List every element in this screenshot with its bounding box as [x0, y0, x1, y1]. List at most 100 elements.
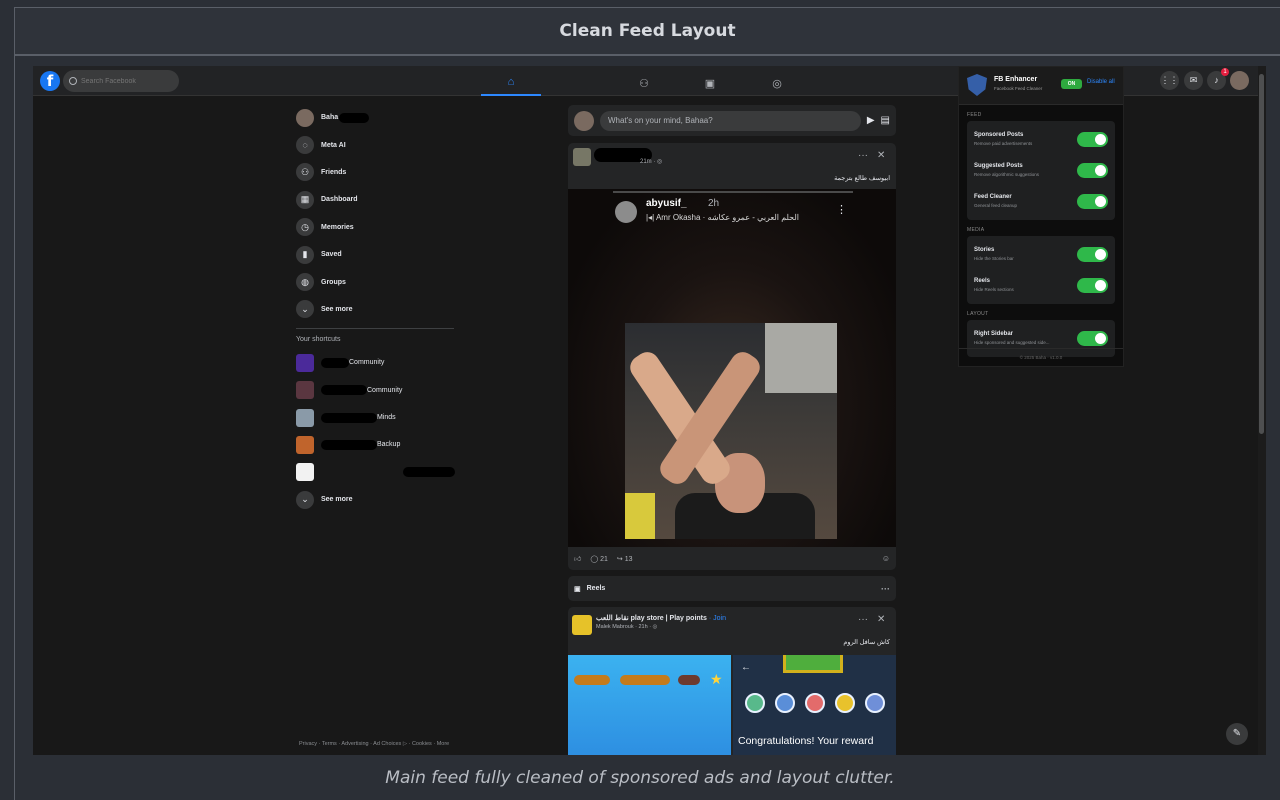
messenger-button[interactable]: ✉: [1184, 71, 1203, 90]
sponsored-posts-toggle[interactable]: [1077, 132, 1108, 147]
setting-title: Right Sidebar: [974, 331, 1014, 337]
divider: [296, 328, 454, 330]
close-icon[interactable]: ✕: [877, 150, 885, 161]
search-icon: [69, 77, 77, 85]
reactions-icon[interactable]: ☺: [882, 554, 890, 563]
sidebar-item-label: Groups: [321, 278, 346, 286]
post-image-right[interactable]: ← Congratulations! Your reward: [733, 655, 896, 755]
extension-header: FB Enhancer Facebook Feed Cleaner ON Dis…: [959, 67, 1123, 105]
share-icon: ↪: [616, 555, 623, 563]
shortcut-label: Community: [349, 359, 385, 367]
sidebar-item-groups[interactable]: ◍ Groups: [296, 268, 466, 295]
notification-badge: 1: [1221, 68, 1229, 76]
dashboard-icon: ▦: [296, 190, 314, 209]
post-image-left[interactable]: ★: [568, 655, 731, 755]
avatar[interactable]: [573, 148, 591, 166]
marketplace-icon: ▣: [704, 77, 716, 90]
new-message-button[interactable]: ✎: [1226, 723, 1248, 745]
setting-row: Stories Hide the Stories bar: [974, 239, 1108, 270]
avatar[interactable]: [572, 615, 592, 635]
share-button[interactable]: ↪ 13: [617, 555, 633, 563]
tab-home[interactable]: ⌂: [481, 70, 541, 96]
inner-song: |◂| Amr Okasha · الحلم العربي - عمرو عكا…: [646, 213, 800, 222]
close-icon[interactable]: ✕: [877, 614, 885, 625]
section-title: FEED: [967, 112, 982, 118]
shortcut-item[interactable]: Community: [296, 349, 466, 376]
setting-description: Hide the Stories bar: [974, 256, 1014, 261]
sidebar-item-saved[interactable]: ▮ Saved: [296, 241, 466, 268]
tab-friends[interactable]: ⚇: [614, 70, 674, 96]
post-text: كاش سافل الروم: [843, 639, 890, 646]
scrollbar-thumb[interactable]: [1259, 74, 1264, 434]
search-box[interactable]: [63, 70, 179, 92]
groups-icon: ◍: [296, 273, 314, 292]
status-badge[interactable]: ON: [1061, 79, 1082, 89]
shortcut-item[interactable]: Backup: [296, 431, 466, 458]
post-header: 21m · ◎ ··· ✕ ابيوسف طالع بترجمة: [568, 143, 896, 188]
shortcut-thumbnail: [296, 463, 314, 482]
bell-icon: ♪: [1214, 75, 1219, 85]
more-options-icon[interactable]: ···: [858, 614, 868, 625]
sidebar-item-meta-ai[interactable]: ◌ Meta AI: [296, 131, 466, 158]
key-icon: [805, 693, 825, 713]
disable-all-link[interactable]: Disable all: [1087, 79, 1115, 85]
sidebar-item-memories[interactable]: ◷ Memories: [296, 214, 466, 241]
bookmark-icon: ▮: [296, 245, 314, 264]
section-title: MEDIA: [967, 227, 985, 233]
post-author[interactable]: نقاط اللعب play store | Play points · Jo…: [596, 614, 726, 622]
avatar: [296, 108, 314, 127]
compose-icon: ✎: [1232, 728, 1242, 739]
messenger-icon: ✉: [1189, 75, 1198, 85]
meta-ai-icon: ◌: [296, 136, 314, 155]
shortcuts-title: Your shortcuts: [296, 336, 341, 344]
right-sidebar-toggle[interactable]: [1077, 331, 1108, 346]
shortcut-item[interactable]: [296, 459, 466, 486]
more-options-icon[interactable]: ···: [881, 584, 890, 594]
extension-popup: FB Enhancer Facebook Feed Cleaner ON Dis…: [958, 66, 1124, 367]
group-name: نقاط اللعب play store | Play points: [596, 615, 707, 622]
stories-toggle[interactable]: [1077, 247, 1108, 262]
redaction: [321, 412, 377, 423]
friends-icon: ⚇: [639, 77, 649, 90]
avatar: [615, 201, 637, 223]
more-options-icon[interactable]: ···: [858, 150, 868, 161]
comment-button[interactable]: ◯ 21: [590, 555, 608, 563]
shortcut-thumbnail: [296, 435, 314, 454]
composer-input[interactable]: What's on your mind, Bahaa?: [600, 110, 861, 131]
reward-text: Congratulations! Your reward: [738, 735, 874, 747]
reels-label: Reels: [586, 585, 606, 592]
menu-grid-icon: ⋮⋮: [1160, 75, 1179, 85]
like-icon[interactable]: 👍︎: [574, 554, 581, 563]
account-avatar[interactable]: [1230, 71, 1249, 90]
suggested-posts-toggle[interactable]: [1077, 163, 1108, 178]
shortcut-item[interactable]: Community: [296, 377, 466, 404]
shortcut-label: Community: [367, 386, 403, 394]
shortcut-item[interactable]: Minds: [296, 404, 466, 431]
shortcut-see-more[interactable]: ⌄ See more: [296, 486, 466, 513]
tab-groups[interactable]: ◎: [747, 70, 807, 96]
reels-toggle[interactable]: [1077, 278, 1108, 293]
sidebar-item-dashboard[interactable]: ▦ Dashboard: [296, 186, 466, 213]
setting-description: Hide sponsored and suggested side...: [974, 340, 1050, 345]
menu-grid-button[interactable]: ⋮⋮: [1160, 71, 1179, 90]
join-link[interactable]: · Join: [709, 615, 726, 622]
sidebar-item-profile[interactable]: Baha: [296, 104, 466, 131]
video-frame: [625, 323, 837, 539]
sidebar-item-see-more[interactable]: ⌄ See more: [296, 296, 466, 323]
redaction: [321, 385, 367, 396]
feed-cleaner-toggle[interactable]: [1077, 194, 1108, 209]
redaction: [321, 439, 377, 450]
tab-marketplace[interactable]: ▣: [680, 70, 740, 96]
setting-description: Hide Reels sections: [974, 287, 1014, 292]
avatar: [574, 110, 594, 131]
search-input[interactable]: [81, 77, 171, 85]
facebook-logo[interactable]: f: [40, 71, 60, 91]
live-video-icon[interactable]: ▶: [867, 115, 875, 126]
key-icon: [835, 693, 855, 713]
sidebar-item-friends[interactable]: ⚇ Friends: [296, 159, 466, 186]
comment-icon: ◯: [590, 555, 599, 563]
photo-icon[interactable]: ▤: [881, 115, 890, 126]
vertical-dots-icon: ⋮: [836, 204, 847, 216]
footer-links[interactable]: Privacy · Terms · Advertising · Ad Choic…: [299, 741, 449, 747]
post-media[interactable]: abyusif_ 2h |◂| Amr Okasha · الحلم العرب…: [568, 189, 896, 547]
